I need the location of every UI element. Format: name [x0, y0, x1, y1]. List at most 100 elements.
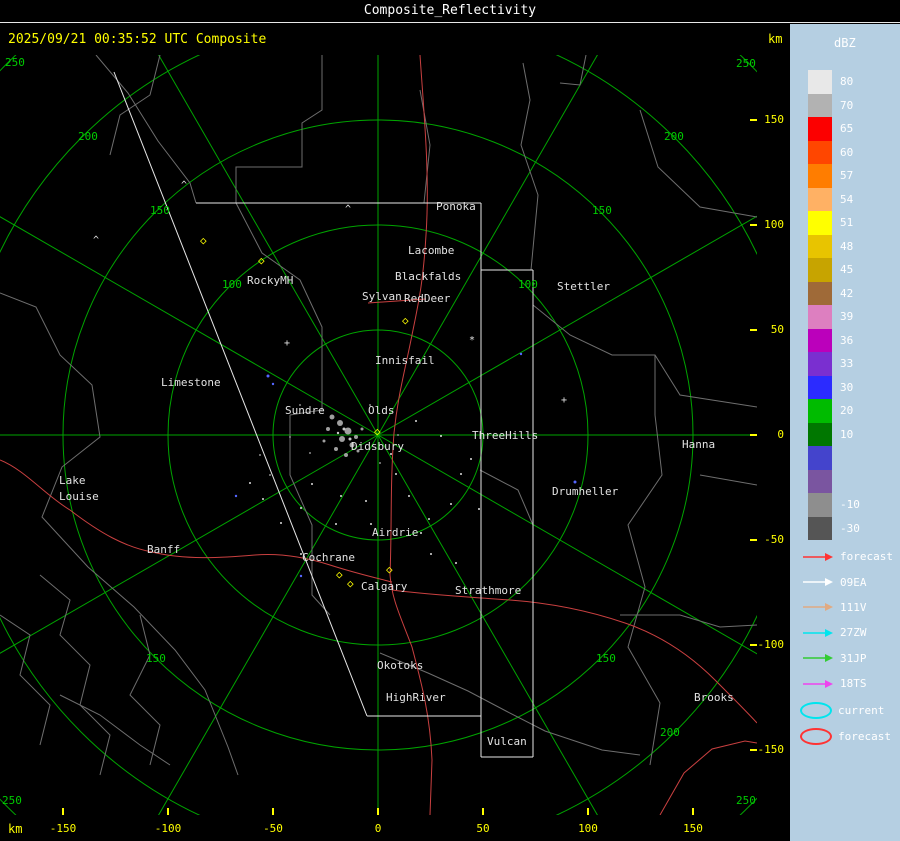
arrow-icon [803, 679, 833, 688]
radar-map-canvas[interactable]: 250 200 150 100 100 150 200 250 150 250 150 200 250 … [0, 55, 757, 815]
dbz-scale-value: 10 [840, 427, 854, 441]
dbz-color-swatch [808, 258, 832, 282]
dbz-scale-value: -30 [840, 521, 860, 535]
dbz-color-swatch [808, 187, 832, 211]
city-label-cochrane: Cochrane [302, 551, 355, 564]
dbz-scale-row: 30 [790, 375, 900, 399]
arrow-icon [803, 628, 833, 637]
city-label-strathmore: Strathmore [455, 584, 522, 597]
right-axis-label: -150 [757, 743, 785, 756]
dbz-scale-value: 20 [840, 404, 854, 418]
window-title: Composite_Reflectivity [363, 3, 537, 18]
ring-distance-label: 150 [146, 652, 166, 665]
arrow-icon [803, 603, 833, 612]
dbz-scale-value: 39 [840, 310, 854, 324]
city-label-innisfail: Innisfail [375, 354, 435, 367]
city-label-didsbury: Didsbury [351, 440, 404, 453]
legend-arrow-row: 18TS [790, 671, 900, 696]
ellipse-icon [800, 702, 832, 720]
right-axis-label: 150 [764, 113, 784, 126]
dbz-scale-row: 10 [790, 422, 900, 446]
bottom-axis-unit-label: km [8, 822, 23, 836]
dbz-color-swatch [808, 516, 832, 540]
map-symbol: ^ [93, 235, 100, 246]
dbz-color-swatch [808, 281, 832, 305]
dbz-color-swatch [808, 234, 832, 258]
dbz-scale-row: 80 [790, 70, 900, 94]
bottom-axis-label: -100 [154, 822, 182, 835]
dbz-scale-value: 36 [840, 333, 854, 347]
legend-arrow-row: 31JP [790, 646, 900, 671]
city-label-louise: Louise [59, 490, 99, 503]
dbz-scale-value: 54 [840, 192, 854, 206]
dbz-scale-value: 48 [840, 239, 854, 253]
city-label-calgary: Calgary [361, 580, 408, 593]
dbz-scale-value: 45 [840, 263, 854, 277]
city-label-vulcan: Vulcan [487, 735, 527, 748]
city-label-brooks: Brooks [694, 691, 734, 704]
radar-site-marker: ◇ [386, 563, 393, 576]
city-label-threehills: ThreeHills [472, 429, 539, 442]
axis-tick-marks [62, 119, 757, 815]
right-axis-label: 0 [777, 428, 784, 441]
legend-unit-label: dBZ [834, 36, 856, 50]
dbz-scale-row: 36 [790, 328, 900, 352]
radar-site-marker: ◇ [402, 314, 409, 327]
legend-arrow-row: 111V [790, 595, 900, 620]
legend-ellipse-label: current [838, 704, 885, 718]
bottom-axis-label: -50 [263, 822, 283, 835]
bottom-axis-label: 150 [683, 822, 703, 835]
right-axis-label: 100 [764, 218, 784, 231]
bottom-axis-label: 0 [374, 822, 382, 835]
dbz-scale-value: 60 [840, 145, 854, 159]
arrow-icon [803, 578, 833, 587]
city-label-sundre: Sundre [285, 404, 325, 417]
ring-distance-label: 150 [592, 204, 612, 217]
dbz-color-swatch [808, 375, 832, 399]
ellipse-icon [800, 727, 832, 745]
city-label-drumheller: Drumheller [552, 485, 619, 498]
right-axis-label: -50 [764, 533, 784, 546]
ring-distance-label: 200 [664, 130, 684, 143]
dbz-scale-row: 70 [790, 93, 900, 117]
city-label-okotoks: Okotoks [377, 659, 424, 672]
legend-arrow-label: 09EA [840, 575, 867, 589]
dbz-scale-row: 57 [790, 164, 900, 188]
legend-panel: dBZ 80 70 65 60 57 54 51 48 45 42 39 36 33 30 20 10 -10 -… [790, 24, 900, 841]
ring-distance-label: 250 [736, 794, 756, 807]
city-label-limestone: Limestone [161, 376, 221, 389]
bottom-axis-label: 50 [476, 822, 490, 835]
radar-site-marker: ◇ [336, 568, 343, 581]
map-symbol: * [469, 335, 476, 346]
dbz-scale-value: 57 [840, 169, 854, 183]
ring-distance-label: 250 [736, 57, 756, 70]
ring-distance-label: 200 [660, 726, 680, 739]
timestamp-label: 2025/09/21 00:35:52 UTC Composite [8, 32, 267, 47]
right-axis-label: -100 [757, 638, 785, 651]
dbz-color-swatch [808, 399, 832, 423]
dbz-scale-row: 65 [790, 117, 900, 141]
city-label-banff: Banff [147, 543, 181, 556]
dbz-scale-value: 80 [840, 75, 854, 89]
dbz-color-swatch [808, 93, 832, 117]
right-axis: 150 100 50 0 -50 -100 -150 [757, 55, 790, 815]
city-label-ponoka: Ponoka [436, 200, 476, 213]
legend-arrow-label: 27ZW [840, 626, 867, 640]
city-label-rockymh: RockyMH [247, 274, 294, 287]
dbz-scale-row: 60 [790, 140, 900, 164]
dbz-color-swatch [808, 70, 832, 94]
dbz-scale-row [790, 469, 900, 493]
dbz-color-swatch [808, 328, 832, 352]
arrow-icon [803, 654, 833, 663]
dbz-color-scale: 80 70 65 60 57 54 51 48 45 42 39 36 33 30 20 10 -10 -30 [790, 70, 900, 540]
legend-arrow-label: 18TS [840, 677, 867, 691]
dbz-scale-row: 51 [790, 211, 900, 235]
ring-distance-label: 250 [5, 56, 25, 69]
arrow-icon [803, 552, 833, 561]
ring-distance-label: 250 [2, 794, 22, 807]
dbz-color-swatch [808, 422, 832, 446]
dbz-scale-row [790, 446, 900, 470]
dbz-scale-value: 70 [840, 98, 854, 112]
dbz-scale-row: -10 [790, 493, 900, 517]
radar-site-marker: ◇ [258, 254, 265, 267]
